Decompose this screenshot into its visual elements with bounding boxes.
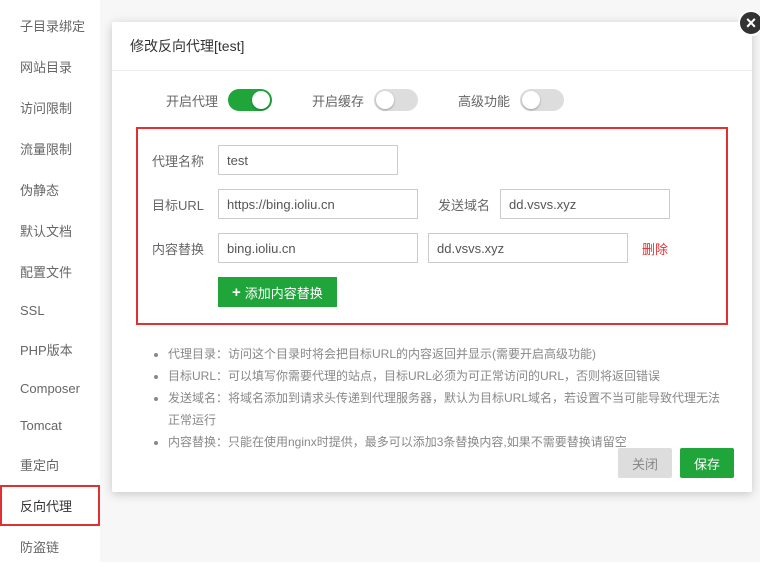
- sidebar-item-subdir[interactable]: 子目录绑定: [0, 5, 100, 46]
- toggle-label: 高级功能: [458, 91, 510, 110]
- toggle-label: 开启缓存: [312, 91, 364, 110]
- row-proxy-name: 代理名称: [152, 145, 712, 175]
- input-replace-from[interactable]: [218, 233, 418, 263]
- sidebar-item-traffic[interactable]: 流量限制: [0, 128, 100, 169]
- modal-edit-proxy: × 修改反向代理[test] 开启代理 开启缓存 高级功能 代理名称 目标UR: [112, 22, 752, 492]
- input-replace-to[interactable]: [428, 233, 628, 263]
- add-button-label: 添加内容替换: [245, 283, 323, 302]
- toggle-enable-proxy: 开启代理: [166, 89, 272, 111]
- switch-knob: [522, 91, 540, 109]
- label-send-domain: 发送域名: [438, 195, 490, 214]
- switch-enable-proxy[interactable]: [228, 89, 272, 111]
- switch-enable-cache[interactable]: [374, 89, 418, 111]
- input-proxy-name[interactable]: [218, 145, 398, 175]
- switch-knob: [376, 91, 394, 109]
- sidebar-item-composer[interactable]: Composer: [0, 370, 100, 407]
- sidebar-item-hotlink[interactable]: 防盗链: [0, 526, 100, 567]
- cancel-button[interactable]: 关闭: [618, 448, 672, 478]
- help-item: 发送域名：将域名添加到请求头传递到代理服务器，默认为目标URL域名，若设置不当可…: [168, 387, 728, 431]
- row-content-replace: 内容替换 删除: [152, 233, 712, 263]
- close-icon[interactable]: ×: [738, 10, 760, 36]
- label-target-url: 目标URL: [152, 195, 218, 214]
- modal-body: 开启代理 开启缓存 高级功能 代理名称 目标URL 发送域名: [112, 71, 752, 467]
- form-highlight-box: 代理名称 目标URL 发送域名 内容替换 删除 + 添加内容替换: [136, 127, 728, 325]
- input-target-url[interactable]: [218, 189, 418, 219]
- sidebar-item-tomcat[interactable]: Tomcat: [0, 407, 100, 444]
- sidebar-item-webdir[interactable]: 网站目录: [0, 46, 100, 87]
- label-proxy-name: 代理名称: [152, 151, 218, 170]
- switch-advanced[interactable]: [520, 89, 564, 111]
- help-item: 目标URL：可以填写你需要代理的站点，目标URL必须为可正常访问的URL，否则将…: [168, 365, 728, 387]
- sidebar-item-rewrite[interactable]: 伪静态: [0, 169, 100, 210]
- sidebar-item-redirect[interactable]: 重定向: [0, 444, 100, 485]
- switch-knob: [252, 91, 270, 109]
- sidebar-item-config[interactable]: 配置文件: [0, 251, 100, 292]
- sidebar: 子目录绑定 网站目录 访问限制 流量限制 伪静态 默认文档 配置文件 SSL P…: [0, 0, 100, 562]
- input-send-domain[interactable]: [500, 189, 670, 219]
- row-add-replace: + 添加内容替换: [152, 277, 712, 307]
- save-button[interactable]: 保存: [680, 448, 734, 478]
- add-replace-button[interactable]: + 添加内容替换: [218, 277, 337, 307]
- sidebar-item-ssl[interactable]: SSL: [0, 292, 100, 329]
- plus-icon: +: [232, 284, 241, 301]
- sidebar-item-access[interactable]: 访问限制: [0, 87, 100, 128]
- toggle-enable-cache: 开启缓存: [312, 89, 418, 111]
- help-list: 代理目录：访问这个目录时将会把目标URL的内容返回并显示(需要开启高级功能) 目…: [136, 343, 728, 453]
- help-item: 代理目录：访问这个目录时将会把目标URL的内容返回并显示(需要开启高级功能): [168, 343, 728, 365]
- sidebar-item-php[interactable]: PHP版本: [0, 329, 100, 370]
- label-content-replace: 内容替换: [152, 239, 218, 258]
- sidebar-item-proxy[interactable]: 反向代理: [0, 485, 100, 526]
- modal-footer: 关闭 保存: [618, 448, 734, 478]
- delete-link[interactable]: 删除: [642, 239, 668, 258]
- toggle-row: 开启代理 开启缓存 高级功能: [136, 89, 728, 111]
- modal-title: 修改反向代理[test]: [112, 22, 752, 71]
- row-target-url: 目标URL 发送域名: [152, 189, 712, 219]
- toggle-advanced: 高级功能: [458, 89, 564, 111]
- sidebar-item-defaultdoc[interactable]: 默认文档: [0, 210, 100, 251]
- toggle-label: 开启代理: [166, 91, 218, 110]
